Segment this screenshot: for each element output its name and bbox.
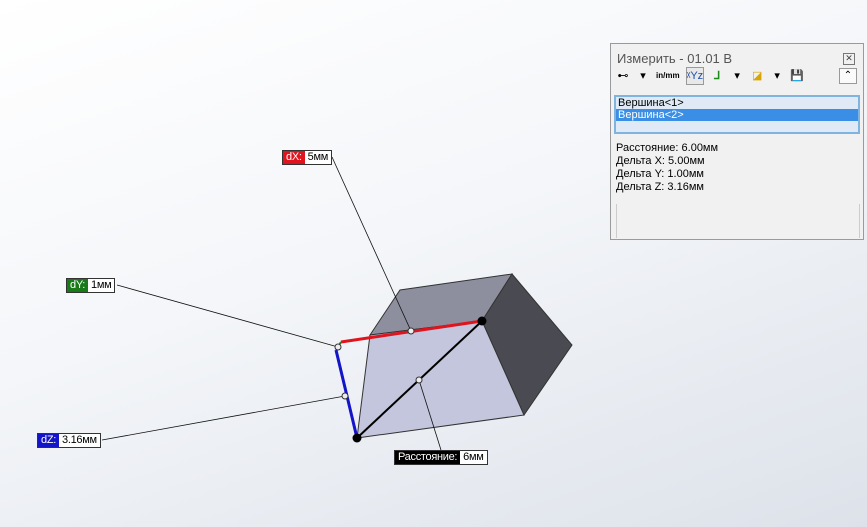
dropdown-arrow-icon[interactable]: ▾	[770, 68, 784, 84]
dx-handle[interactable]	[407, 327, 415, 335]
dy-key: dY:	[67, 279, 89, 292]
dx-callout[interactable]: dX: 5мм	[282, 150, 332, 165]
close-icon[interactable]: ✕	[843, 53, 855, 65]
dy-value: 1мм	[88, 279, 115, 292]
dropdown-arrow-icon[interactable]: ▾	[730, 68, 744, 84]
dy-leader	[116, 284, 339, 348]
selection-item-selected[interactable]: Вершина<2>	[616, 109, 858, 121]
selection-item[interactable]: Вершина<1>	[616, 97, 858, 109]
save-icon[interactable]: 💾	[790, 68, 804, 84]
dz-value: 3.16мм	[59, 434, 100, 447]
dz-callout[interactable]: dZ: 3.16мм	[37, 433, 101, 448]
result-delta-z: Дельта Z: 3.16мм	[616, 181, 704, 193]
collapse-button[interactable]: ⌃	[839, 68, 857, 84]
vertex-2[interactable]	[477, 316, 487, 326]
dy-handle[interactable]	[334, 343, 342, 351]
panel-title: Измерить - 01.01 В	[617, 51, 733, 66]
projection-icon[interactable]: ◪	[750, 68, 764, 84]
dz-key: dZ:	[38, 434, 59, 447]
distance-value: 6мм	[460, 451, 487, 464]
result-delta-x: Дельта X: 5.00мм	[616, 155, 705, 167]
dz-leader	[101, 395, 346, 441]
units-in-mm-icon[interactable]: in/mm	[656, 68, 680, 84]
panel-toolbar: ⊷ ▾ in/mm ᵡYz ⅃ ▾ ◪ ▾ 💾	[616, 67, 804, 85]
vertex-1[interactable]	[352, 433, 362, 443]
dx-value: 5мм	[304, 151, 331, 164]
result-distance: Расстояние: 6.00мм	[616, 142, 719, 154]
dx-key: dX:	[283, 151, 305, 164]
history-area	[616, 204, 860, 238]
measure-panel: Измерить - 01.01 В ✕ ⊷ ▾ in/mm ᵡYz ⅃ ▾ ◪…	[610, 43, 864, 240]
distance-key: Расстояние:	[395, 451, 461, 464]
selection-list[interactable]: Вершина<1> Вершина<2>	[614, 95, 860, 134]
result-delta-y: Дельта Y: 1.00мм	[616, 168, 704, 180]
arc-condition-icon[interactable]: ⊷	[616, 68, 630, 84]
coordinate-system-icon[interactable]: ⅃	[710, 68, 724, 84]
show-xyz-icon[interactable]: ᵡYz	[685, 67, 705, 85]
dy-callout[interactable]: dY: 1мм	[66, 278, 116, 293]
dropdown-arrow-icon[interactable]: ▾	[636, 68, 650, 84]
dx-leader	[331, 156, 412, 332]
measure-results: Расстояние: 6.00мм Дельта X: 5.00мм Дель…	[616, 142, 718, 194]
distance-callout[interactable]: Расстояние: 6мм	[394, 450, 488, 465]
distance-handle[interactable]	[415, 376, 423, 384]
dz-handle[interactable]	[341, 392, 349, 400]
